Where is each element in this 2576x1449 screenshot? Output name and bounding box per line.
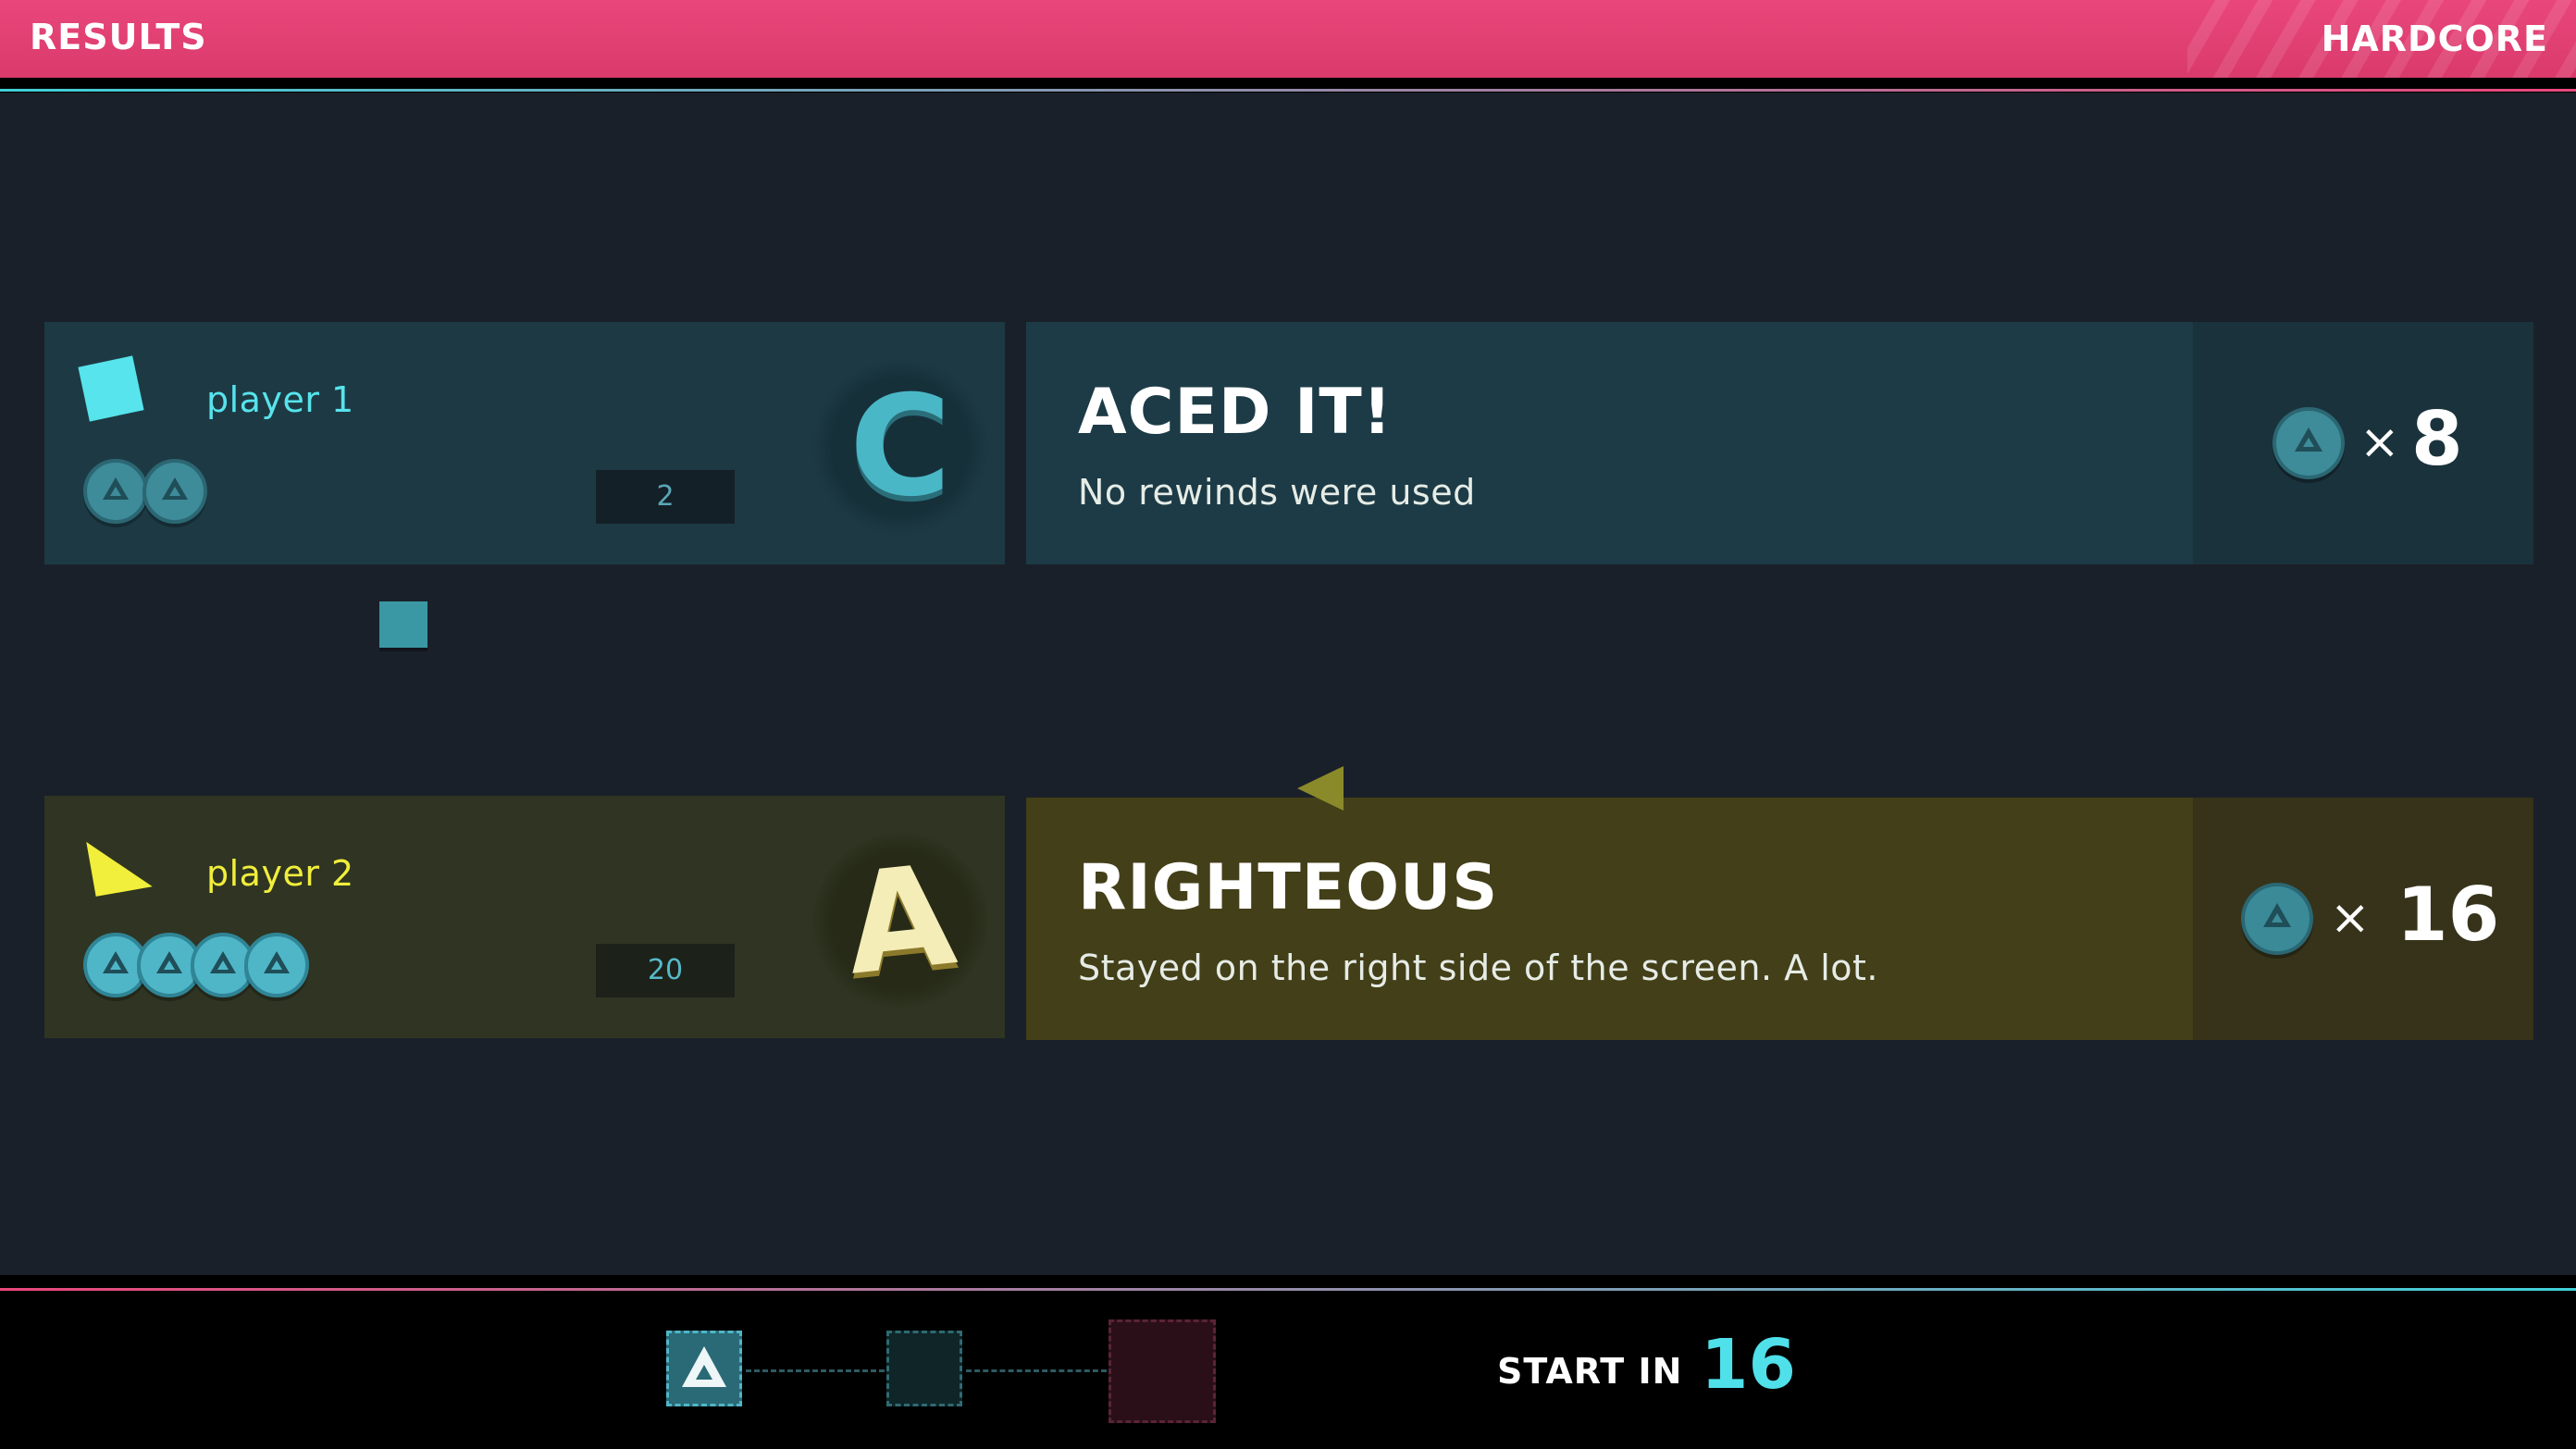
triangle-logo-icon bbox=[682, 1346, 726, 1387]
start-in-label: START IN bbox=[1497, 1351, 1683, 1392]
player-2-panel: player 2 20 A bbox=[44, 796, 1005, 1038]
player-2-grade: A bbox=[838, 835, 962, 1007]
award-token-count: 8 bbox=[2411, 396, 2463, 482]
page-title: RESULTS bbox=[30, 17, 207, 57]
token-icon bbox=[83, 459, 148, 524]
level-connector bbox=[966, 1369, 1107, 1372]
award-title: RIGHTEOUS bbox=[1078, 851, 1499, 924]
level-slot-boss[interactable] bbox=[1108, 1319, 1216, 1423]
player-1-square-icon bbox=[78, 355, 144, 422]
header-divider bbox=[0, 78, 2576, 93]
player-2-name: player 2 bbox=[206, 853, 354, 894]
player-1-grade-badge: C bbox=[812, 359, 988, 535]
start-countdown: 16 bbox=[1701, 1325, 1796, 1405]
level-slot-next[interactable] bbox=[886, 1331, 962, 1406]
multiply-symbol: × bbox=[2330, 890, 2371, 946]
multiply-symbol: × bbox=[2359, 415, 2400, 470]
player-1-score: 2 bbox=[596, 470, 735, 524]
player-2-triangle-icon bbox=[86, 832, 153, 897]
token-icon bbox=[142, 459, 207, 524]
player-1-grade: C bbox=[848, 366, 952, 527]
difficulty-mode-label: HARDCORE bbox=[2321, 19, 2548, 59]
token-icon bbox=[2241, 883, 2313, 955]
award-token-count: 16 bbox=[2396, 872, 2500, 958]
player-2-grade-badge: A bbox=[812, 833, 988, 1009]
award-reward-righteous: × 16 bbox=[2193, 798, 2533, 1040]
floating-square-icon bbox=[379, 601, 427, 648]
award-reward-aced-it: × 8 bbox=[2193, 322, 2533, 564]
level-connector bbox=[746, 1369, 885, 1372]
player-2-score: 20 bbox=[596, 944, 735, 997]
bottom-bar: START IN 16 bbox=[0, 1275, 2576, 1449]
token-icon bbox=[244, 933, 309, 997]
floating-triangle-icon bbox=[1297, 766, 1344, 811]
award-panel-righteous: RIGHTEOUS Stayed on the right side of th… bbox=[1026, 798, 2193, 1040]
player-1-panel: player 1 2 C bbox=[44, 322, 1005, 564]
award-description: No rewinds were used bbox=[1078, 472, 1476, 513]
award-title: ACED IT! bbox=[1078, 376, 1393, 449]
award-description: Stayed on the right side of the screen. … bbox=[1078, 947, 1879, 988]
token-icon bbox=[2273, 407, 2345, 479]
level-slot-completed[interactable] bbox=[666, 1331, 742, 1406]
award-panel-aced-it: ACED IT! No rewinds were used bbox=[1026, 322, 2193, 564]
player-1-name: player 1 bbox=[206, 379, 354, 420]
results-header-bar: RESULTS HARDCORE bbox=[0, 0, 2576, 78]
